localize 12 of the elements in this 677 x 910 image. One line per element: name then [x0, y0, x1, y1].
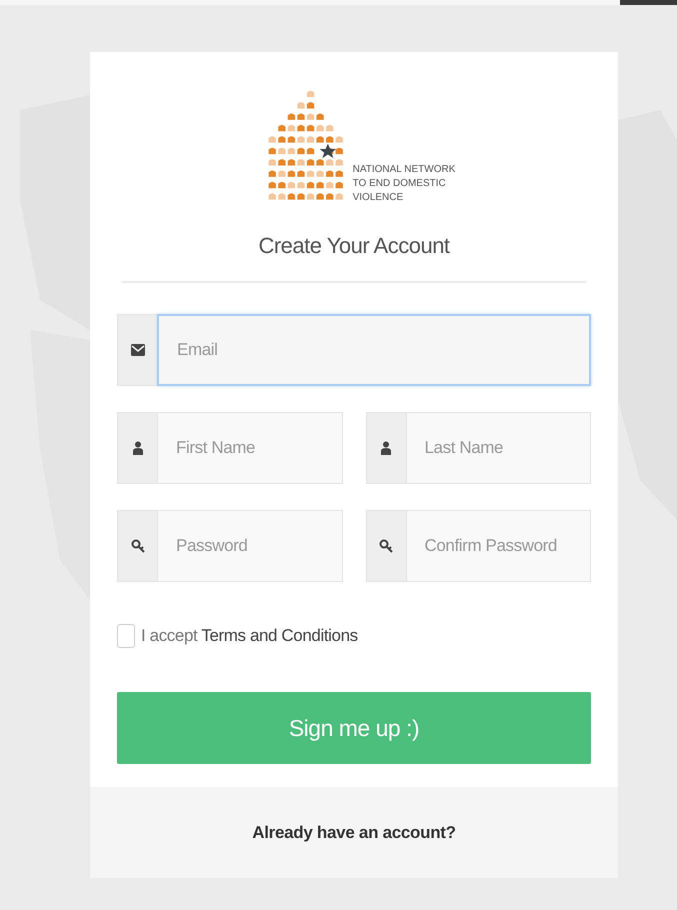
terms-link[interactable]: Terms and Conditions [201, 626, 358, 646]
logo-text: VIOLENCE [352, 191, 404, 205]
input-field[interactable]: Password [157, 510, 342, 582]
logo-text: NATIONAL NETWORK [352, 163, 456, 177]
input-field[interactable]: Last Name [406, 412, 591, 484]
input-field[interactable]: First Name [157, 412, 342, 484]
checkbox-label: I accept [141, 626, 198, 646]
logo-text: TO END DOMESTIC [352, 177, 447, 191]
login-link[interactable]: Already have an account? [252, 822, 456, 842]
input-field[interactable]: Email [157, 314, 591, 386]
input-field[interactable]: Confirm Password [406, 510, 591, 582]
form-title: Create Your Account [258, 233, 450, 259]
